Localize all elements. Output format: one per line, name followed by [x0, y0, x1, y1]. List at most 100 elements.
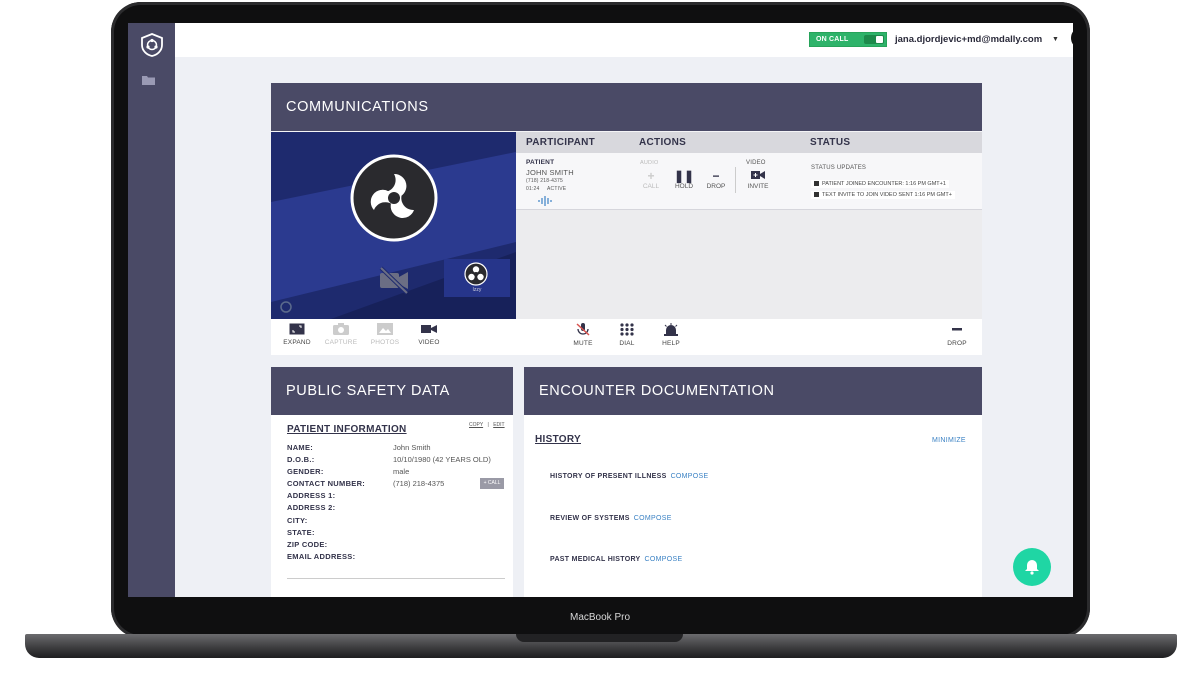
help-label: HELP [662, 340, 680, 347]
public-safety-panel: PUBLIC SAFETY DATA PATIENT INFORMATION C… [271, 367, 513, 597]
video-action-label: VIDEO [746, 160, 766, 166]
field-label: STATE: [287, 528, 315, 537]
on-call-toggle[interactable]: ON CALL [809, 32, 887, 47]
public-safety-title: PUBLIC SAFETY DATA [271, 367, 513, 415]
participant-timer: 01:24 [526, 186, 540, 192]
dial-button[interactable]: DIAL [607, 323, 647, 347]
self-view-label: Izzy [472, 287, 482, 293]
minimize-link[interactable]: MINIMIZE [932, 437, 966, 444]
expand-icon [289, 323, 305, 335]
compose-link[interactable]: COMPOSE [645, 556, 683, 563]
copy-link[interactable]: COPY [469, 422, 483, 428]
call-action[interactable]: + CALL [636, 169, 666, 190]
video-label: VIDEO [418, 339, 440, 346]
hold-button[interactable]: ❚❚ HOLD [669, 169, 699, 190]
status-update-text: PATIENT JOINED ENCOUNTER: 1:16 PM GMT+1 [822, 181, 946, 187]
user-email[interactable]: jana.djordjevic+md@mdally.com [895, 34, 1042, 45]
participant-phone: (718) 218-4375 [526, 178, 563, 184]
divider [735, 167, 736, 193]
drop-action-button[interactable]: − DROP [701, 169, 731, 190]
field-value: John Smith [393, 443, 431, 452]
actions-column-header: ACTIONS [639, 137, 687, 148]
chevron-down-icon[interactable]: ▼ [1052, 36, 1059, 43]
laptop-notch [516, 634, 683, 642]
field-value: 10/10/1980 (42 YEARS OLD) [393, 455, 491, 464]
notification-bell-button[interactable] [1013, 548, 1051, 586]
participant-row: PATIENT JOHN SMITH (718) 218-4375 01:24 … [516, 153, 982, 210]
field-label: ADDRESS 2: [287, 503, 336, 512]
compose-link[interactable]: COMPOSE [671, 473, 709, 480]
field-label: NAME: [287, 443, 314, 452]
history-row-label: HISTORY OF PRESENT ILLNESS [550, 473, 667, 480]
participant-state: ACTIVE [547, 186, 567, 192]
edit-link[interactable]: EDIT [493, 422, 504, 428]
history-row: HISTORY OF PRESENT ILLNESS COMPOSE [550, 473, 708, 480]
drop-action-label: DROP [706, 183, 726, 190]
hold-label: HOLD [674, 183, 694, 190]
copy-edit-links: COPY | EDIT [469, 422, 505, 428]
capture-label: CAPTURE [324, 339, 358, 346]
folder-icon[interactable] [142, 75, 155, 85]
self-view-thumbnail[interactable]: Izzy [444, 259, 510, 297]
top-bar: ON CALL jana.djordjevic+md@mdally.com ▼ [175, 23, 1073, 57]
status-updates-title: STATUS UPDATES [811, 165, 867, 171]
photos-button[interactable]: PHOTOS [365, 323, 405, 346]
dial-icon [620, 323, 634, 336]
drop-call-button[interactable]: DROP [937, 323, 977, 347]
link-separator: | [487, 422, 489, 428]
video-button[interactable]: VIDEO [409, 323, 449, 346]
participant-table-header: PARTICIPANT ACTIONS STATUS [516, 132, 982, 153]
help-icon [664, 323, 678, 336]
shield-logo-icon[interactable] [140, 33, 164, 57]
minus-icon: − [712, 169, 720, 183]
capture-icon [333, 323, 349, 335]
device-label: MacBook Pro [569, 612, 631, 623]
toggle-switch[interactable] [864, 35, 884, 44]
capture-button[interactable]: CAPTURE [321, 323, 361, 346]
history-row-label: PAST MEDICAL HISTORY [550, 556, 641, 563]
history-row: REVIEW OF SYSTEMS COMPOSE [550, 515, 672, 522]
expand-button[interactable]: EXPAND [277, 323, 317, 346]
expand-label: EXPAND [283, 339, 311, 346]
checkbox-icon [814, 181, 819, 187]
photos-icon [377, 323, 393, 335]
video-feed[interactable]: Izzy [271, 132, 516, 319]
call-label: CALL [642, 183, 660, 190]
mute-button[interactable]: MUTE [563, 323, 603, 347]
add-call-button[interactable]: + CALL [480, 478, 504, 489]
participant-name: JOHN SMITH [526, 168, 574, 177]
invite-label: INVITE [747, 183, 769, 190]
audio-label: AUDIO [640, 160, 659, 166]
history-section-title[interactable]: HISTORY [535, 434, 581, 445]
checkbox-icon [814, 192, 819, 198]
status-update-item: TEXT INVITE TO JOIN VIDEO SENT 1:16 PM G… [811, 191, 955, 199]
toggle-knob [876, 36, 883, 43]
divider [287, 578, 505, 579]
field-label: ZIP CODE: [287, 540, 328, 549]
sidebar [128, 23, 175, 597]
invite-button[interactable]: INVITE [743, 169, 773, 190]
communications-title: COMMUNICATIONS [271, 83, 982, 131]
history-row-label: REVIEW OF SYSTEMS [550, 515, 630, 522]
status-update-item: PATIENT JOINED ENCOUNTER: 1:16 PM GMT+1 [811, 180, 949, 188]
patient-info-title: PATIENT INFORMATION [287, 424, 407, 435]
compose-link[interactable]: COMPOSE [634, 515, 672, 522]
drop-icon [952, 328, 962, 331]
field-label: EMAIL ADDRESS: [287, 552, 356, 561]
history-row: PAST MEDICAL HISTORY COMPOSE [550, 556, 682, 563]
obs-logo-icon [464, 262, 488, 286]
mute-icon [576, 323, 590, 336]
audio-wave-icon [538, 196, 552, 206]
mute-label: MUTE [573, 340, 593, 347]
help-button[interactable]: HELP [651, 323, 691, 347]
app-screen: ON CALL jana.djordjevic+md@mdally.com ▼ … [128, 23, 1073, 597]
encounter-title: ENCOUNTER DOCUMENTATION [524, 367, 982, 415]
video-icon [421, 325, 437, 333]
field-label: CITY: [287, 516, 308, 525]
encounter-panel: ENCOUNTER DOCUMENTATION HISTORY MINIMIZE… [524, 367, 982, 597]
camera-off-icon [379, 266, 409, 295]
user-avatar-icon[interactable] [1071, 27, 1073, 49]
field-label: GENDER: [287, 467, 324, 476]
field-value: (718) 218-4375 [393, 479, 445, 488]
pause-icon: ❚❚ [673, 169, 695, 183]
